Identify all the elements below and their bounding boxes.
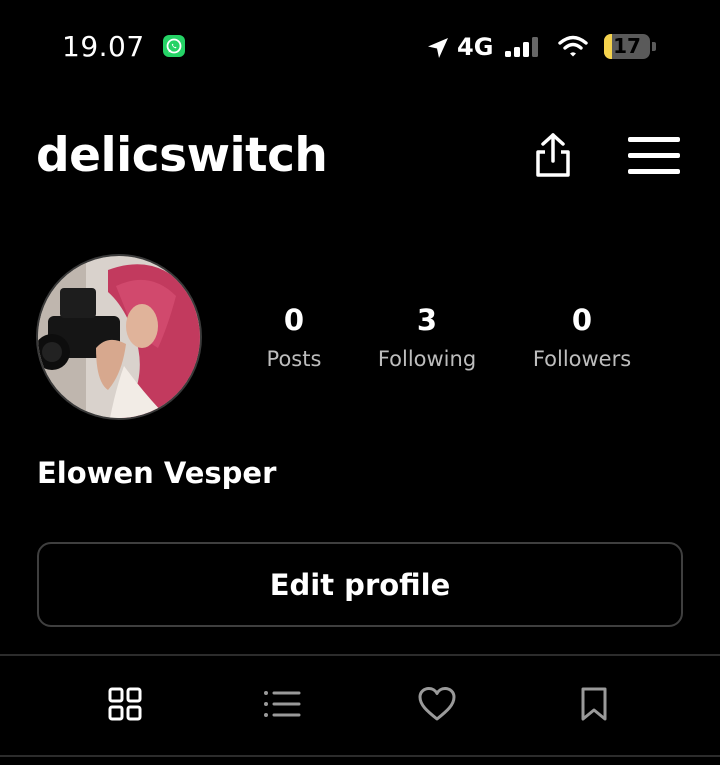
tabs-bottom-divider <box>0 755 720 757</box>
stat-posts-value: 0 <box>283 303 305 337</box>
whatsapp-icon <box>163 35 185 57</box>
battery-cap <box>652 42 656 51</box>
stat-following[interactable]: 3 Following <box>362 300 492 374</box>
grid-icon[interactable] <box>105 684 145 724</box>
stat-posts[interactable]: 0 Posts <box>244 300 344 374</box>
tabs-top-divider <box>0 654 720 656</box>
menu-icon[interactable] <box>628 137 680 175</box>
stat-followers-label: Followers <box>532 347 632 371</box>
profile-full-name: Elowen Vesper <box>37 456 277 490</box>
stat-followers[interactable]: 0 Followers <box>514 300 650 374</box>
location-arrow-icon <box>426 36 450 64</box>
share-icon[interactable] <box>532 133 574 183</box>
battery-icon: 17 <box>604 34 650 59</box>
stat-following-value: 3 <box>416 303 438 337</box>
status-time: 19.07 <box>62 30 145 63</box>
network-type: 4G <box>457 33 494 61</box>
signal-bars-icon <box>505 37 543 57</box>
battery-level: 17 <box>613 34 641 58</box>
heart-icon[interactable] <box>417 684 457 724</box>
bookmark-icon[interactable] <box>574 684 614 724</box>
stat-followers-value: 0 <box>571 303 593 337</box>
stat-posts-label: Posts <box>266 347 322 371</box>
list-icon[interactable] <box>262 684 302 724</box>
stat-following-label: Following <box>377 347 477 371</box>
edit-profile-button[interactable]: Edit profile <box>37 542 683 627</box>
avatar[interactable] <box>36 254 202 420</box>
profile-username[interactable]: delicswitch <box>36 128 328 183</box>
wifi-icon <box>558 35 588 63</box>
